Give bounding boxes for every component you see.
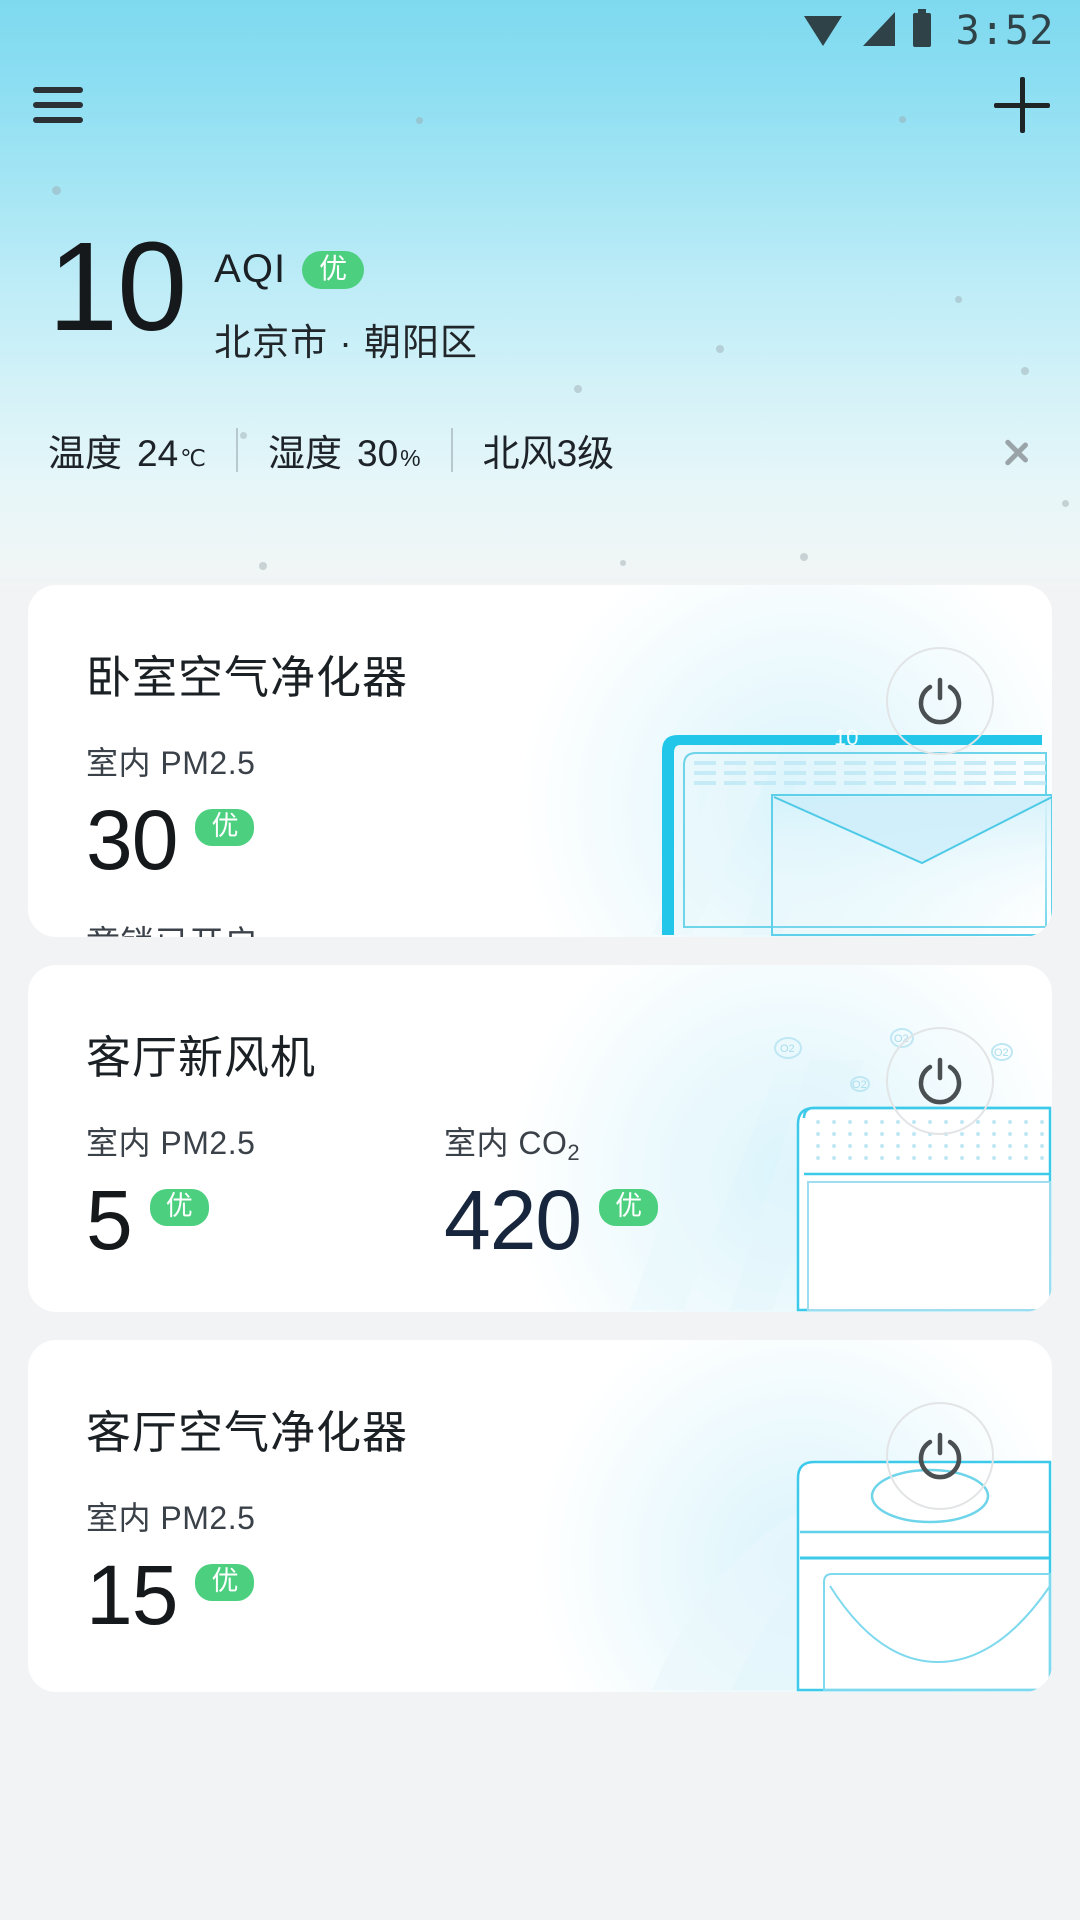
metric-value: 30 — [86, 793, 178, 887]
air-quality-summary[interactable]: 10 AQI 优 北京市 · 朝阳区 — [48, 216, 479, 366]
device-metric: 室内 PM2.5 15 优 — [86, 1493, 444, 1637]
power-icon[interactable] — [886, 647, 994, 755]
metric-value: 5 — [86, 1173, 133, 1267]
weather-row[interactable]: 温度 24 ℃ 湿度 30 % 北风3级 — [48, 420, 1032, 480]
weather-item-temperature: 温度 24 ℃ — [48, 423, 206, 477]
signal-icon — [857, 10, 897, 53]
weather-value-humidity: 30 — [357, 433, 399, 474]
aqi-label: AQI — [214, 247, 287, 291]
top-bar — [0, 62, 1080, 148]
weather-unit-humidity: % — [400, 445, 421, 471]
metric-label: 室内 CO2 — [444, 1118, 802, 1165]
weather-label-wind: 北风3级 — [482, 433, 615, 474]
device-metric: 室内 CO2 420 优 — [444, 1118, 802, 1262]
device-card-list: 10 卧室空气净化器 室内 PM2.5 30 优 O2 O2 O2 O2 客厅新… — [0, 585, 1080, 1720]
metric-quality-badge: 优 — [149, 1188, 209, 1226]
device-metric: 室内 PM2.5 5 优 — [86, 1118, 444, 1262]
device-card[interactable]: O2 O2 O2 O2 客厅新风机 室内 PM2.5 5 优 室内 CO2 42… — [28, 965, 1052, 1312]
weather-divider-2 — [450, 428, 453, 472]
status-bar-time: 3:52 — [955, 8, 1054, 54]
weather-label-temperature: 温度 — [48, 433, 122, 474]
hamburger-menu-icon[interactable] — [30, 83, 86, 127]
weather-label-humidity: 湿度 — [268, 433, 342, 474]
aqi-value: 10 — [48, 216, 187, 357]
aqi-location: 北京市 · 朝阳区 — [214, 322, 479, 363]
metric-value: 420 — [444, 1173, 582, 1267]
plus-icon[interactable] — [994, 77, 1050, 133]
device-card[interactable]: 10 卧室空气净化器 室内 PM2.5 30 优 — [28, 585, 1052, 937]
weather-unit-temperature: ℃ — [180, 445, 206, 471]
metric-value: 15 — [86, 1548, 178, 1642]
wifi-icon — [802, 10, 844, 53]
device-status: 童锁已开启 — [86, 916, 1052, 937]
device-card[interactable]: 客厅空气净化器 室内 PM2.5 15 优 — [28, 1340, 1052, 1692]
metric-label: 室内 PM2.5 — [86, 1500, 256, 1536]
metric-label-text: 室内 CO — [444, 1125, 568, 1161]
metric-quality-badge: 优 — [195, 808, 255, 846]
weather-item-wind: 北风3级 — [483, 423, 615, 477]
weather-item-humidity: 湿度 30 % — [268, 423, 421, 477]
power-icon[interactable] — [886, 1027, 994, 1135]
app-root: 3:52 10 AQI 优 北京市 · 朝阳区 温度 24 ℃ 湿度 30 % … — [0, 0, 1080, 1920]
weather-divider-1 — [236, 428, 238, 472]
weather-value-temperature: 24 — [137, 433, 179, 474]
metric-label: 室内 PM2.5 — [86, 745, 256, 781]
power-icon[interactable] — [886, 1402, 994, 1510]
metric-quality-badge: 优 — [195, 1563, 255, 1601]
aqi-quality-badge: 优 — [302, 250, 365, 289]
device-metric: 室内 PM2.5 30 优 — [86, 738, 444, 882]
metric-quality-badge: 优 — [599, 1188, 659, 1226]
metric-label: 室内 PM2.5 — [86, 1125, 256, 1161]
chevron-right-icon[interactable] — [1002, 422, 1032, 478]
battery-icon — [910, 8, 934, 54]
metric-label-subscript: 2 — [567, 1140, 581, 1165]
status-bar: 3:52 — [0, 0, 1080, 62]
